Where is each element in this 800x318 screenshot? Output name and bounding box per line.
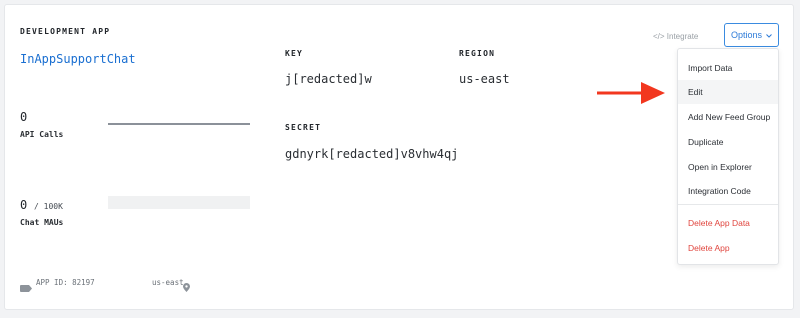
chat-maus-label: Chat MAUs bbox=[20, 218, 64, 227]
section-label: DEVELOPMENT APP bbox=[20, 27, 111, 36]
integrate-button[interactable]: </> Integrate bbox=[653, 32, 698, 41]
footer-region: us-east bbox=[152, 278, 184, 287]
menu-divider bbox=[678, 204, 778, 205]
menu-item-delete-app[interactable]: Delete App bbox=[678, 236, 778, 260]
chat-maus-value: 0 bbox=[20, 198, 28, 212]
app-id: APP ID: 82197 bbox=[36, 278, 95, 287]
chat-maus-limit: / 100K bbox=[34, 202, 63, 211]
menu-item-edit[interactable]: Edit bbox=[678, 80, 778, 104]
menu-item-duplicate[interactable]: Duplicate bbox=[678, 130, 778, 154]
red-arrow-icon bbox=[597, 82, 667, 104]
menu-item-delete-app-data[interactable]: Delete App Data bbox=[678, 211, 778, 235]
menu-item-open-in-explorer[interactable]: Open in Explorer bbox=[678, 155, 778, 179]
location-pin-icon bbox=[183, 277, 190, 292]
options-menu: Import Data Edit Add New Feed Group Dupl… bbox=[677, 48, 779, 265]
options-label: Options bbox=[730, 30, 763, 40]
tag-icon bbox=[20, 277, 32, 292]
menu-item-add-feed-group[interactable]: Add New Feed Group bbox=[678, 105, 778, 129]
key-label: KEY bbox=[285, 49, 304, 58]
region-label: REGION bbox=[459, 49, 496, 58]
chat-maus-bar bbox=[108, 196, 250, 209]
api-calls-bar bbox=[108, 123, 250, 125]
api-calls-label: API Calls bbox=[20, 130, 64, 139]
menu-item-import-data[interactable]: Import Data bbox=[678, 56, 778, 80]
app-name-link[interactable]: InAppSupportChat bbox=[20, 52, 136, 66]
chevron-down-icon bbox=[766, 30, 772, 40]
secret-label: SECRET bbox=[285, 123, 322, 132]
menu-item-integration-code[interactable]: Integration Code bbox=[678, 179, 778, 203]
region-value: us-east bbox=[459, 72, 510, 86]
secret-value: gdnyrk[redacted]v8vhw4qj bbox=[285, 147, 459, 161]
key-value: j[redacted]w bbox=[285, 72, 372, 86]
options-button[interactable]: Options bbox=[724, 23, 779, 47]
api-calls-value: 0 bbox=[20, 110, 28, 124]
